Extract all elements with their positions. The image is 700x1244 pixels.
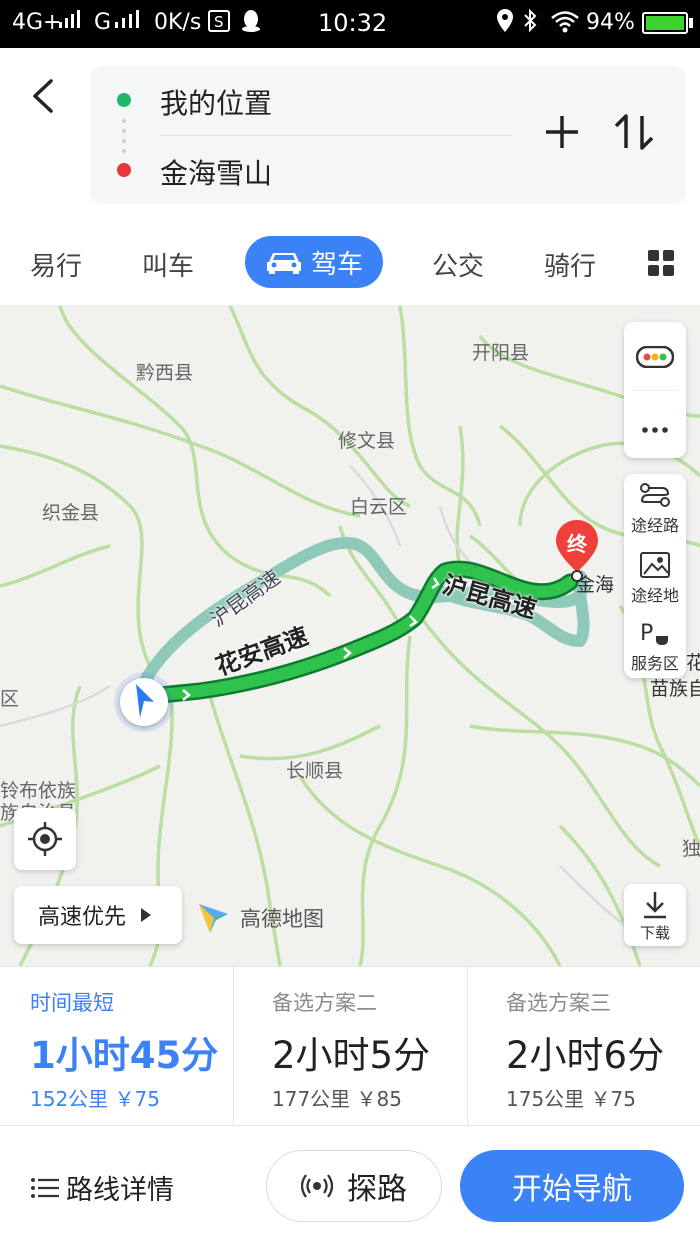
place-label: 苗族自 [650, 678, 700, 700]
more-modes-icon[interactable] [648, 250, 674, 276]
battery-icon [642, 12, 688, 34]
wifi-icon [550, 9, 580, 39]
place-label: 修文县 [338, 430, 396, 452]
destination-pin[interactable]: 终 [554, 518, 600, 582]
swap-icon [614, 114, 654, 150]
bluetooth-icon [522, 8, 538, 40]
route-option-3[interactable]: 备选方案三 2小时6分 175公里 ￥75 [476, 967, 700, 1127]
end-dot-icon [117, 163, 131, 177]
place-label: 黔西县 [136, 362, 194, 384]
network-type-2: G [94, 10, 112, 35]
signal-icon [58, 8, 82, 36]
end-location-field[interactable]: 金海雪山 [160, 152, 272, 192]
car-icon [266, 253, 301, 274]
app-s-icon: S [208, 10, 230, 38]
place-label: 独 [682, 838, 700, 860]
tab-drive[interactable]: 驾车 [245, 236, 383, 288]
place-label: 区 [0, 688, 20, 710]
locate-me-button[interactable] [14, 808, 76, 870]
destination-pin-label: 终 [567, 532, 587, 556]
status-bar: 4G+ G 0K/s S 10:32 94% [0, 0, 700, 48]
route-preference-button[interactable]: 高速优先 [14, 886, 182, 944]
clock: 10:32 [318, 9, 388, 37]
route-option-1[interactable]: 时间最短 1小时45分 152公里 ￥75 [0, 967, 233, 1127]
add-waypoint-button[interactable] [540, 110, 584, 154]
location-icon [496, 8, 514, 40]
signal-icon-2 [114, 8, 144, 36]
traffic-light-icon[interactable] [635, 345, 675, 372]
amap-logo: 高德地图 [196, 900, 324, 936]
plus-icon [546, 116, 578, 148]
start-location-field[interactable]: 我的位置 [160, 82, 272, 122]
broadcast-icon [301, 1174, 333, 1198]
bottom-bar: 路线详情 探路 开始导航 [0, 1126, 700, 1244]
svg-text:P: P [640, 621, 653, 646]
offline-download-button[interactable]: 下载 [624, 884, 686, 946]
place-label: 开阳县 [472, 342, 530, 364]
transport-tabs: 易行 叫车 驾车 公交 骑行 [0, 228, 700, 306]
route-input-box: 我的位置 金海雪山 [90, 66, 686, 204]
tab-taxi[interactable]: 叫车 [142, 246, 194, 283]
place-label: 长顺县 [286, 760, 344, 782]
svg-text:S: S [214, 13, 224, 31]
place-label: 花 [686, 652, 700, 674]
crosshair-icon [28, 822, 62, 856]
qq-icon [240, 9, 262, 39]
via-place-icon [640, 552, 670, 578]
route-tools-card: 途经路 途经地 P 服务区 [624, 474, 686, 678]
via-road-icon [640, 483, 670, 507]
current-location-marker[interactable] [114, 672, 174, 732]
start-dot-icon [117, 93, 131, 107]
map-view[interactable]: 黔西县 开阳县 修文县 织金县 白云区 长顺县 金海 铃布依族 族自治县 区 独… [0, 306, 700, 966]
tab-easy[interactable]: 易行 [30, 246, 82, 283]
place-label: 织金县 [42, 502, 100, 524]
tab-bike[interactable]: 骑行 [544, 246, 596, 283]
network-speed: 0K/s [154, 10, 202, 35]
start-navigation-button[interactable]: 开始导航 [460, 1150, 684, 1222]
battery-percent: 94% [586, 10, 635, 35]
tab-bus[interactable]: 公交 [432, 246, 484, 283]
back-button[interactable] [20, 74, 64, 118]
tab-drive-label: 驾车 [310, 249, 363, 280]
more-icon[interactable] [640, 420, 670, 439]
probe-road-button[interactable]: 探路 [266, 1150, 442, 1222]
map-roads [0, 306, 700, 966]
navigation-arrow-icon [136, 684, 154, 718]
back-arrow-icon [33, 79, 53, 113]
play-triangle-icon [141, 908, 152, 922]
route-options: 时间最短 1小时45分 152公里 ￥75 备选方案二 2小时5分 177公里 … [0, 966, 700, 1127]
via-place-button[interactable]: 途经地 [624, 550, 686, 606]
via-road-button[interactable]: 途经路 [624, 480, 686, 536]
map-tools-card [624, 322, 686, 458]
route-header: 我的位置 金海雪山 [0, 48, 700, 228]
list-icon [31, 1177, 59, 1198]
download-icon [644, 892, 666, 919]
place-label: 白云区 [350, 496, 408, 518]
service-area-icon: P [640, 621, 668, 646]
route-dots [122, 116, 126, 156]
swap-route-button[interactable] [612, 110, 656, 154]
route-details-button[interactable]: 路线详情 [30, 1168, 174, 1207]
network-type: 4G+ [12, 10, 62, 35]
service-area-button[interactable]: P 服务区 [624, 618, 686, 674]
amap-logo-icon [199, 904, 228, 933]
route-option-2[interactable]: 备选方案二 2小时5分 177公里 ￥85 [242, 967, 475, 1127]
